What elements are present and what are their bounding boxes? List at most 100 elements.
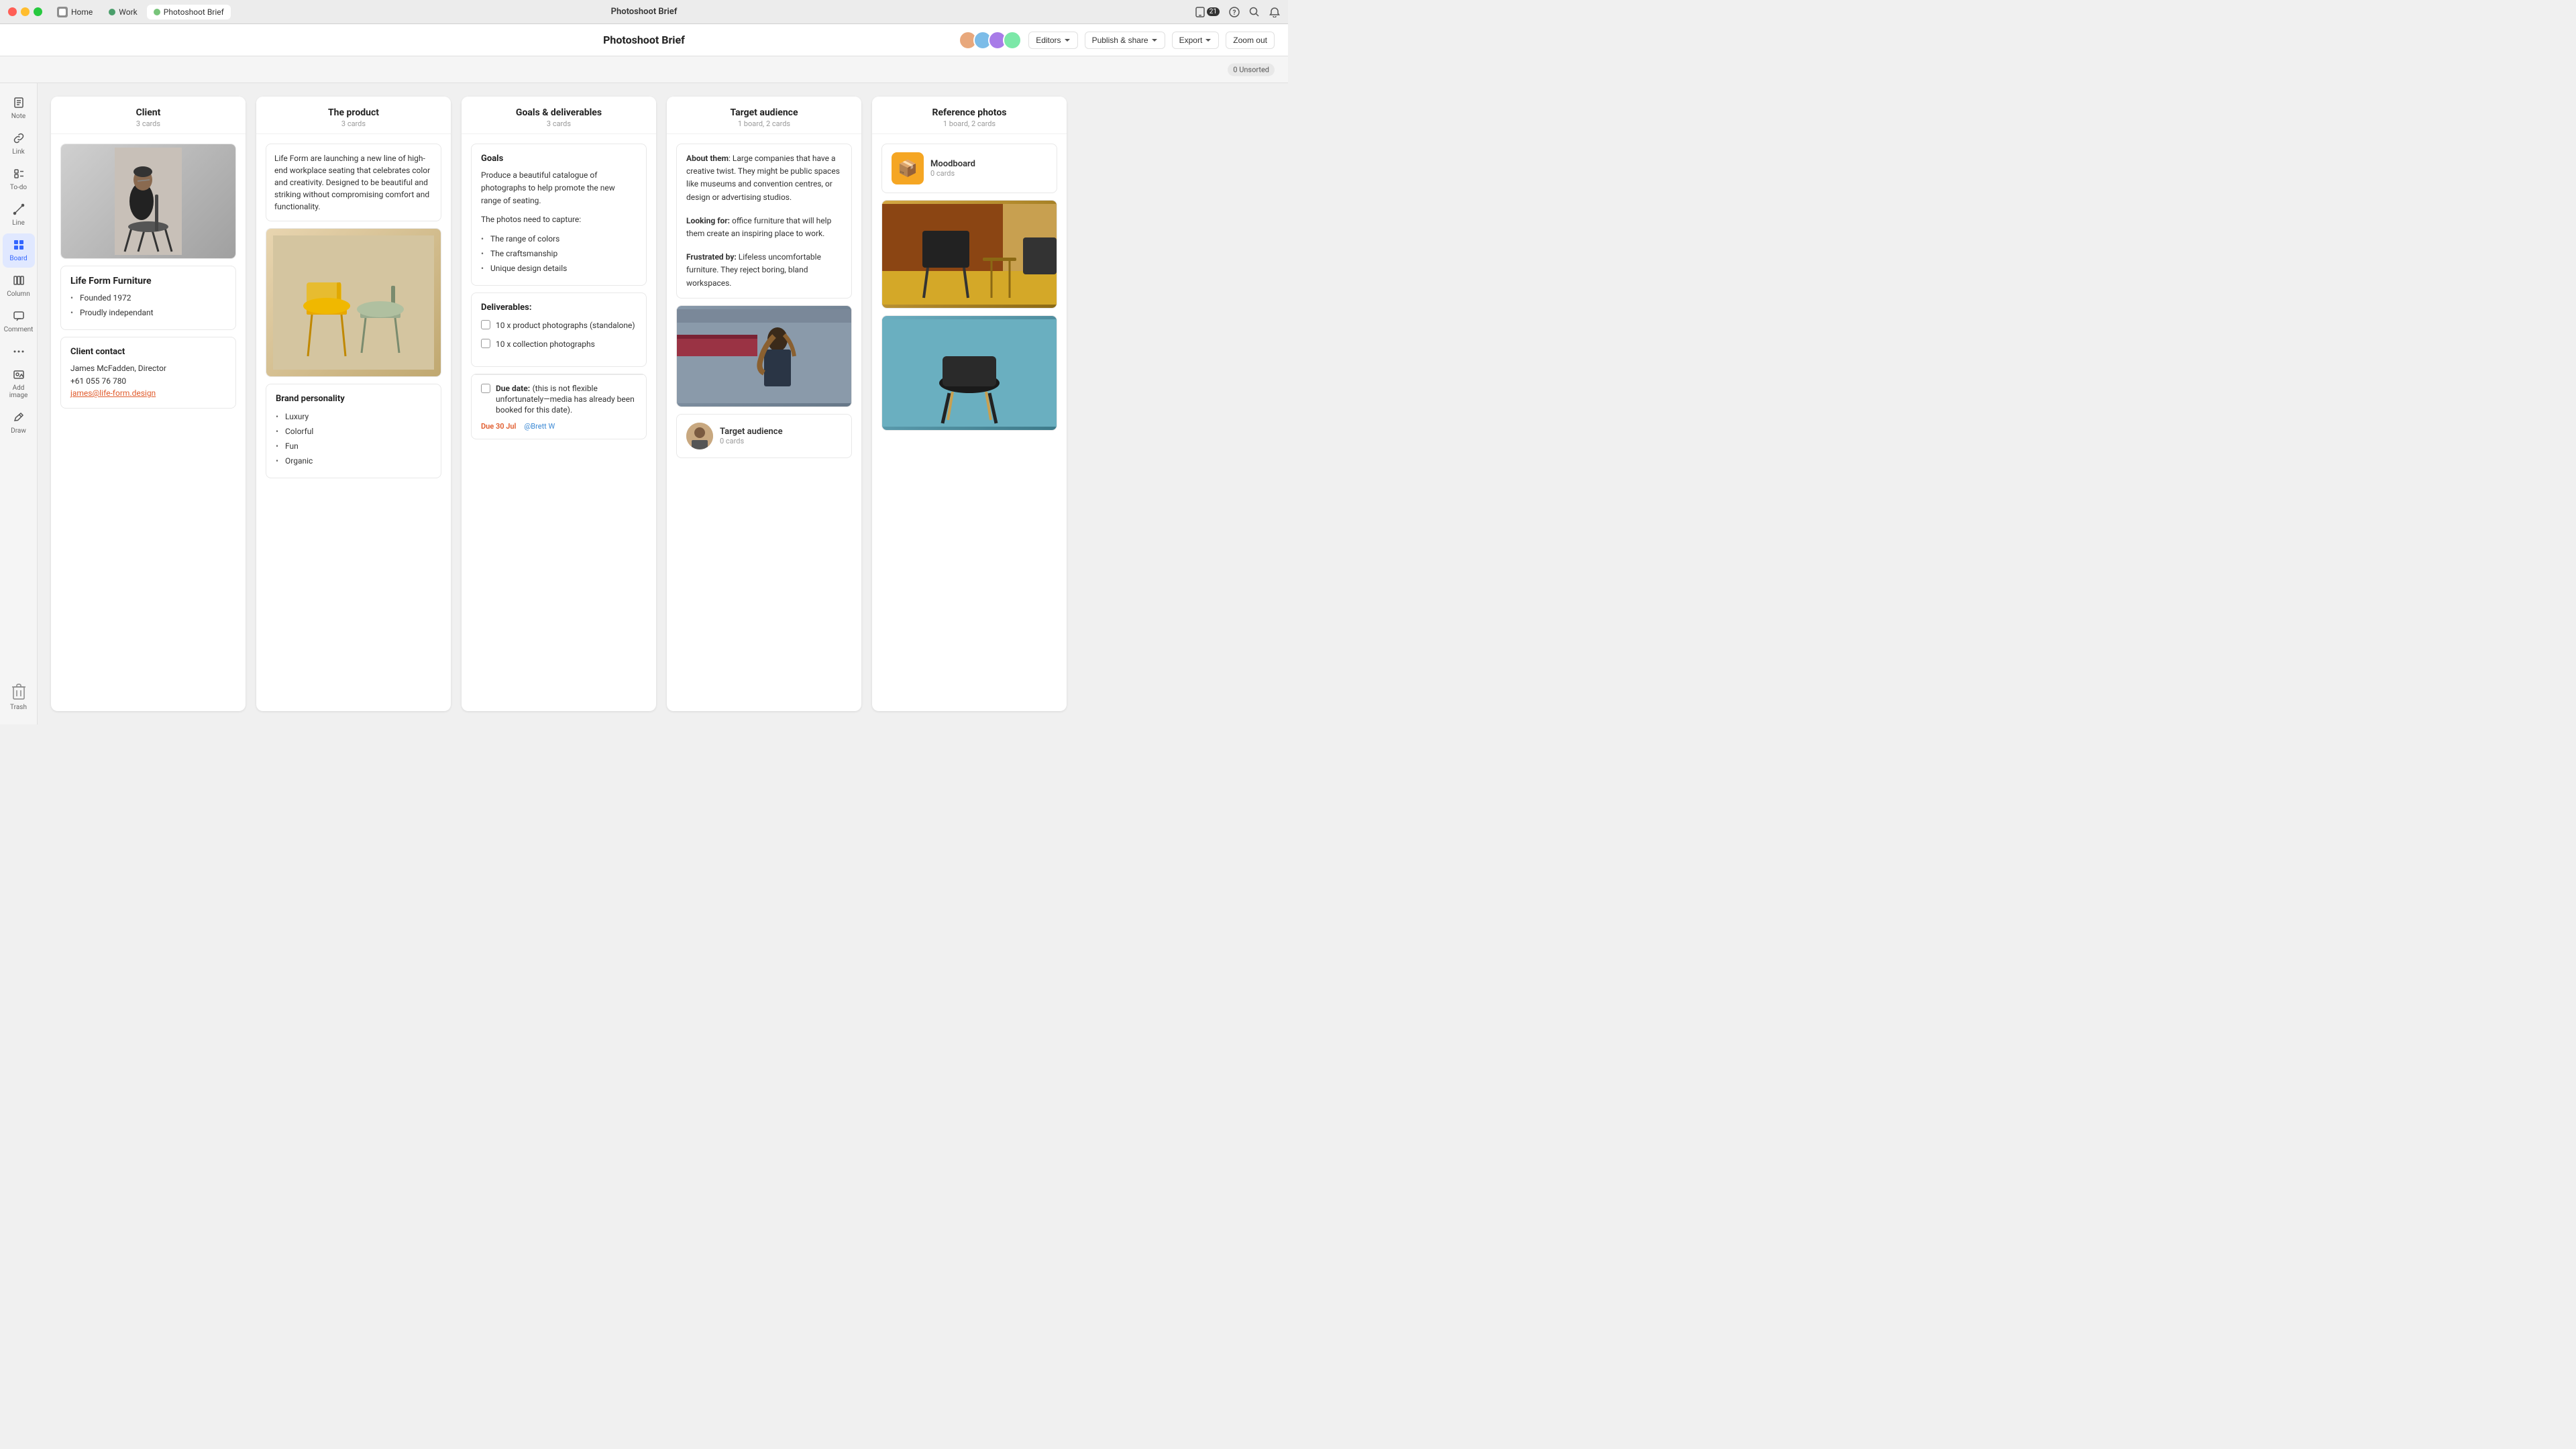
- checkbox-0[interactable]: [481, 320, 490, 329]
- sidebar-item-todo[interactable]: To-do: [3, 162, 35, 197]
- goals-title: Goals: [481, 154, 637, 164]
- comment-icon: [13, 310, 25, 324]
- traffic-lights: [8, 7, 42, 16]
- publish-share-button[interactable]: Publish & share: [1085, 32, 1165, 49]
- client-email[interactable]: james@life-form.design: [70, 388, 156, 398]
- moodboard-info: Moodboard 0 cards: [930, 159, 975, 178]
- titlebar: Home Work Photoshoot Brief Photoshoot Br…: [0, 0, 1288, 24]
- column-product-subtitle: 3 cards: [267, 119, 440, 128]
- ta-about: About them: Large companies that have a …: [686, 152, 842, 204]
- deliverable-item-0: 10 x product photographs (standalone): [481, 319, 637, 331]
- ref-chair-yellow-placeholder: [882, 201, 1057, 308]
- help-icon[interactable]: ?: [1229, 7, 1240, 17]
- column-goals-title: Goals & deliverables: [472, 107, 645, 118]
- line-icon: [13, 203, 25, 217]
- client-contact-title: Client contact: [70, 347, 226, 357]
- column-client-subtitle: 3 cards: [62, 119, 235, 128]
- zoom-button[interactable]: Zoom out: [1226, 32, 1275, 49]
- deliverable-item-1: 10 x collection photographs: [481, 338, 637, 350]
- sidebar-item-comment[interactable]: Comment: [3, 305, 35, 339]
- sidebar-item-note[interactable]: Note: [3, 91, 35, 125]
- column-goals-subtitle: 3 cards: [472, 119, 645, 128]
- column-goals-body: Goals Produce a beautiful catalogue of p…: [462, 134, 656, 455]
- client-contact-phone: +61 055 76 780: [70, 375, 226, 388]
- due-date-label: Due date:: [496, 384, 530, 393]
- column-client: Client 3 cards: [51, 97, 246, 711]
- export-button[interactable]: Export: [1172, 32, 1220, 49]
- column-goals-header: Goals & deliverables 3 cards: [462, 97, 656, 134]
- sidebar-item-draw[interactable]: Draw: [3, 406, 35, 440]
- column-product-body: Life Form are launching a new line of hi…: [256, 134, 451, 494]
- link-icon: [13, 132, 25, 146]
- ta-looking: Looking for: office furniture that will …: [686, 215, 842, 240]
- ref-chair-blue-placeholder: [882, 316, 1057, 430]
- ta-board-avatar: [686, 423, 713, 449]
- close-button[interactable]: [8, 7, 17, 16]
- sidebar-item-link[interactable]: Link: [3, 127, 35, 161]
- card-ref-image-1: [881, 200, 1057, 309]
- sidebar-item-board[interactable]: Board: [3, 233, 35, 268]
- capture-list: The range of colors The craftsmanship Un…: [481, 231, 637, 276]
- sidebar-item-more[interactable]: [3, 340, 35, 362]
- minimize-button[interactable]: [21, 7, 30, 16]
- column-client-title: Client: [62, 107, 235, 118]
- ta-info-content: About them: Large companies that have a …: [677, 144, 851, 298]
- checkbox-label-1: 10 x collection photographs: [496, 338, 595, 350]
- sidebar-addimage-label: Add image: [5, 384, 32, 399]
- sidebar-todo-label: To-do: [10, 184, 27, 191]
- sidebar-draw-label: Draw: [11, 427, 26, 435]
- due-date-tag: Due 30 Jul: [481, 422, 516, 431]
- column-product: The product 3 cards Life Form are launch…: [256, 97, 451, 711]
- goals-section: Goals Produce a beautiful catalogue of p…: [472, 144, 646, 285]
- checkbox-1[interactable]: [481, 339, 490, 348]
- due-date-checkbox-item: Due date: (this is not flexible unfortun…: [481, 383, 637, 415]
- ta-about-bold: About them: [686, 154, 729, 163]
- card-brand-personality: Brand personality Luxury Colorful Fun Or…: [266, 384, 441, 478]
- goals-text: Produce a beautiful catalogue of photogr…: [481, 169, 637, 208]
- brand-bullet-2: Fun: [276, 439, 431, 453]
- client-bullet-0: Founded 1972: [70, 290, 226, 305]
- sidebar-item-column[interactable]: Column: [3, 269, 35, 303]
- sidebar-trash[interactable]: Trash: [6, 676, 32, 716]
- avatar-4: [1003, 31, 1022, 50]
- checkbox-label-0: 10 x product photographs (standalone): [496, 319, 635, 331]
- tab-work-label: Work: [119, 7, 137, 17]
- capture-item-1: The craftsmanship: [481, 246, 637, 261]
- column-reference-title: Reference photos: [883, 107, 1056, 118]
- tab-home[interactable]: Home: [50, 4, 99, 20]
- fullscreen-button[interactable]: [34, 7, 42, 16]
- ipad-icon[interactable]: 21: [1195, 7, 1220, 17]
- sidebar-item-line[interactable]: Line: [3, 198, 35, 232]
- toolbar-title: Photoshoot Brief: [603, 34, 685, 46]
- card-goals: Goals Produce a beautiful catalogue of p…: [471, 144, 647, 286]
- bell-icon[interactable]: [1269, 7, 1280, 17]
- card-ta-info: About them: Large companies that have a …: [676, 144, 852, 299]
- chairs-image-placeholder: [266, 229, 441, 376]
- sidebar-board-label: Board: [9, 255, 27, 262]
- search-icon[interactable]: [1249, 7, 1260, 17]
- tab-photoshoot[interactable]: Photoshoot Brief: [147, 5, 231, 19]
- notif-badge: 21: [1207, 7, 1220, 16]
- trash-icon: [9, 682, 29, 702]
- due-date-section: Due date: (this is not flexible unfortun…: [472, 374, 646, 439]
- ta-looking-bold: Looking for:: [686, 216, 730, 225]
- tab-bar: Home Work Photoshoot Brief: [50, 4, 231, 20]
- brand-bullet-0: Luxury: [276, 409, 431, 424]
- product-text-content: Life Form are launching a new line of hi…: [266, 144, 441, 221]
- column-client-header: Client 3 cards: [51, 97, 246, 134]
- due-date-checkbox[interactable]: [481, 384, 490, 393]
- ta-board-card-content: Target audience 0 cards: [677, 415, 851, 458]
- moodboard-subtitle: 0 cards: [930, 169, 975, 178]
- column-target: Target audience 1 board, 2 cards About t…: [667, 97, 861, 711]
- column-target-header: Target audience 1 board, 2 cards: [667, 97, 861, 134]
- client-name: Life Form Furniture: [70, 276, 226, 286]
- sidebar-link-label: Link: [12, 148, 24, 156]
- avatar-group: [959, 31, 1022, 50]
- card-product-text: Life Form are launching a new line of hi…: [266, 144, 441, 221]
- ta-frustrated: Frustrated by: Lifeless uncomfortable fu…: [686, 251, 842, 290]
- sidebar-item-addimage[interactable]: Add image: [3, 363, 35, 405]
- column-target-title: Target audience: [678, 107, 851, 118]
- editors-button[interactable]: Editors: [1028, 32, 1077, 49]
- tab-work[interactable]: Work: [102, 5, 144, 19]
- brand-bullet-3: Organic: [276, 453, 431, 468]
